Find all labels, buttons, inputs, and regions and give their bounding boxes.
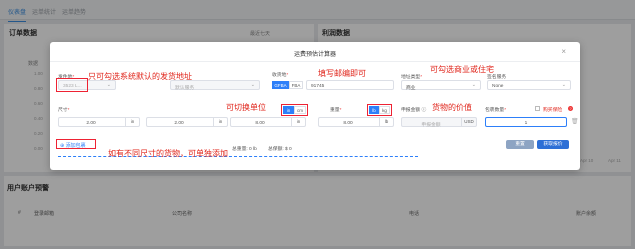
address-type-value: 商业: [406, 85, 416, 91]
chevron-down-icon: ⌄: [250, 82, 255, 88]
annotation-ship-from: 只可勾选系统默认的发货地址: [88, 72, 192, 81]
weight-input[interactable]: 8.00 lb: [318, 117, 394, 127]
annotation-box-add-package: [56, 139, 96, 149]
address-type-select[interactable]: 商业 ⌄: [401, 80, 481, 91]
height-value: 8.00: [255, 120, 265, 126]
height-unit: in: [291, 118, 305, 126]
quantity-input[interactable]: 1: [485, 117, 567, 127]
annotation-declared: 货物的价值: [432, 103, 472, 112]
length-unit: in: [125, 118, 139, 126]
signature-value: None: [492, 83, 504, 89]
currency-unit: USD: [461, 118, 476, 126]
chevron-down-icon: ⌄: [106, 82, 111, 88]
annotation-add-package: 如有不同尺寸的货物，可单独添加: [108, 149, 228, 158]
quantity-label: 包裹数量*: [485, 108, 507, 113]
width-unit: in: [213, 118, 227, 126]
shipping-cost-calculator-modal: 运费预估计算器 × 发件地* 收货地* 地址类型* 签名服务 3523 L...…: [50, 42, 580, 170]
reset-button[interactable]: 重置: [506, 140, 534, 149]
declared-value-label: 申报金额 ⓘ: [401, 108, 427, 113]
total-weight: 总重量: 0 lb: [232, 147, 257, 152]
size-label: 尺寸*: [58, 108, 70, 113]
annotation-box-ship-from: [56, 78, 88, 92]
height-input[interactable]: 8.00 in: [230, 117, 306, 127]
weight-label: 重量*: [330, 108, 342, 113]
weight-unit: lb: [379, 118, 393, 126]
length-input[interactable]: 2.00 in: [58, 117, 140, 127]
pickup-fba-option[interactable]: FBA: [289, 81, 303, 89]
trash-icon[interactable]: 🗑: [571, 118, 579, 125]
address-type-label: 地址类型*: [401, 75, 423, 80]
annotation-unit: 可切换单位: [226, 103, 266, 112]
length-value: 2.00: [86, 120, 96, 126]
chevron-down-icon: ⌄: [561, 82, 566, 88]
help-icon[interactable]: ?: [568, 106, 573, 111]
close-icon[interactable]: ×: [561, 47, 566, 56]
pickup-label: 收货地*: [272, 73, 289, 78]
zip-value: 91745: [311, 83, 325, 89]
width-input[interactable]: 2.00 in: [146, 117, 228, 127]
annotation-zip: 填写邮编即可: [318, 69, 366, 78]
declared-value-placeholder: 申报金额: [421, 122, 441, 128]
insurance-label: 购买保险: [543, 108, 563, 113]
get-quote-button[interactable]: 获取报价: [537, 140, 569, 149]
width-value: 2.00: [174, 120, 184, 126]
signature-select[interactable]: None ⌄: [487, 80, 571, 90]
total-insured: 总保额: $ 0: [268, 147, 292, 152]
insurance-checkbox[interactable]: [535, 106, 540, 111]
annotation-box-weight-unit: [367, 104, 392, 116]
weight-value: 8.00: [343, 120, 353, 126]
warehouse-placeholder: 默认服务: [175, 85, 195, 91]
pickup-gfba-option[interactable]: GFBA: [272, 81, 289, 89]
modal-title: 运费预估计算器: [293, 52, 336, 58]
zip-input[interactable]: 91745: [306, 80, 394, 90]
modal-header: 运费预估计算器 ×: [50, 42, 580, 62]
annotation-address-type: 可勾选商业或住宅: [430, 65, 494, 74]
declared-value-input[interactable]: 申报金额 USD: [401, 117, 477, 128]
chevron-down-icon: ⌄: [471, 82, 476, 88]
quantity-value: 1: [524, 120, 528, 126]
annotation-box-unit: [281, 104, 308, 116]
